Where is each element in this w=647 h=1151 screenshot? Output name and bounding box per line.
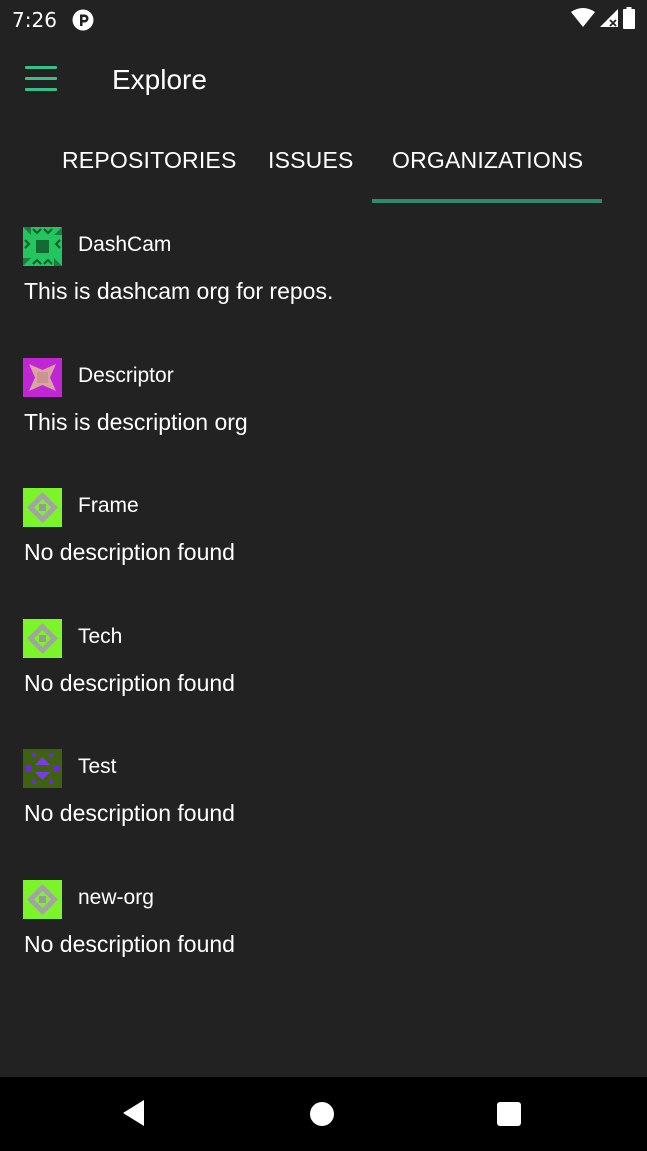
org-description: No description found bbox=[24, 669, 235, 696]
wifi-icon bbox=[571, 8, 595, 32]
home-icon[interactable] bbox=[310, 1102, 334, 1126]
org-description: No description found bbox=[24, 539, 235, 565]
org-avatar-identicon-icon bbox=[23, 749, 62, 788]
org-name: Test bbox=[78, 755, 117, 778]
org-avatar-identicon-icon bbox=[23, 227, 62, 266]
org-name: new-org bbox=[78, 885, 154, 909]
list-item[interactable]: Tech No description found bbox=[0, 614, 647, 745]
tab-repositories[interactable]: REPOSITORIES bbox=[62, 147, 237, 174]
status-bar: 7:26 bbox=[0, 0, 647, 42]
status-time: 7:26 bbox=[12, 8, 57, 32]
list-item[interactable]: Descriptor This is description org bbox=[0, 353, 647, 484]
tab-organizations[interactable]: ORGANIZATIONS bbox=[392, 147, 583, 174]
status-icons bbox=[571, 7, 635, 33]
back-icon[interactable] bbox=[122, 1099, 146, 1131]
hamburger-menu-icon[interactable] bbox=[22, 66, 60, 100]
list-item[interactable]: Frame No description found bbox=[0, 483, 647, 614]
system-nav-bar bbox=[0, 1077, 647, 1151]
org-avatar-identicon-icon bbox=[23, 488, 62, 527]
org-name: DashCam bbox=[78, 233, 172, 256]
battery-icon bbox=[623, 7, 635, 33]
org-description: No description found bbox=[24, 800, 235, 826]
tab-indicator bbox=[372, 199, 602, 203]
tab-issues[interactable]: ISSUES bbox=[268, 147, 354, 174]
signal-icon bbox=[599, 8, 619, 32]
notification-app-icon bbox=[72, 9, 94, 31]
org-name: Tech bbox=[78, 624, 123, 648]
org-name: Descriptor bbox=[78, 363, 174, 387]
org-description: No description found bbox=[24, 930, 235, 957]
app-bar: Explore bbox=[0, 42, 647, 122]
org-name: Frame bbox=[78, 494, 139, 517]
org-avatar-identicon-icon bbox=[23, 357, 62, 397]
recents-icon[interactable] bbox=[497, 1102, 521, 1126]
page-title: Explore bbox=[112, 64, 207, 95]
org-avatar-identicon-icon bbox=[23, 879, 62, 919]
org-description: This is dashcam org for repos. bbox=[24, 278, 334, 304]
list-item[interactable]: Test No description found bbox=[0, 744, 647, 875]
org-avatar-identicon-icon bbox=[23, 618, 62, 658]
org-description: This is description org bbox=[24, 408, 248, 435]
organizations-list: DashCam This is dashcam org for repos. D… bbox=[0, 222, 647, 1005]
tab-bar: REPOSITORIES ISSUES ORGANIZATIONS bbox=[0, 135, 647, 205]
list-item[interactable]: new-org No description found bbox=[0, 875, 647, 1006]
list-item[interactable]: DashCam This is dashcam org for repos. bbox=[0, 222, 647, 353]
